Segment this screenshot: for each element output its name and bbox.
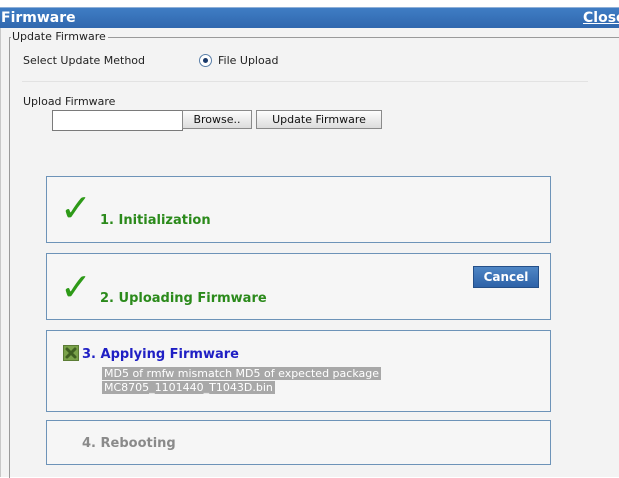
error-x-icon (63, 345, 79, 361)
step-uploading-label: 2. Uploading Firmware (100, 291, 267, 306)
section-divider (22, 81, 588, 82)
update-method-label: Select Update Method (23, 54, 146, 67)
window-title: Firmware (1, 10, 76, 26)
file-upload-option-label[interactable]: File Upload (218, 54, 278, 67)
file-upload-radio[interactable] (199, 54, 212, 67)
close-link[interactable]: Close (583, 10, 619, 26)
update-firmware-button[interactable]: Update Firmware (256, 110, 382, 129)
error-message-line1: MD5 of rmfw mismatch MD5 of expected pac… (102, 367, 381, 380)
checkmark-icon: ✓ (60, 186, 92, 230)
step-initialization (46, 176, 551, 243)
window-titlebar: Firmware Close (0, 7, 619, 29)
browse-button[interactable]: Browse.. (182, 110, 252, 129)
checkmark-icon: ✓ (60, 265, 92, 309)
upload-firmware-label: Upload Firmware (23, 95, 116, 108)
error-message-line2: MC8705_1101440_T1043D.bin (102, 381, 275, 394)
file-path-input[interactable] (52, 110, 183, 131)
fieldset-legend: Update Firmware (11, 30, 108, 43)
step-applying-label: 3. Applying Firmware (82, 347, 239, 362)
step-initialization-label: 1. Initialization (100, 213, 211, 228)
cancel-button[interactable]: Cancel (473, 266, 539, 288)
step-rebooting-label: 4. Rebooting (82, 436, 176, 451)
